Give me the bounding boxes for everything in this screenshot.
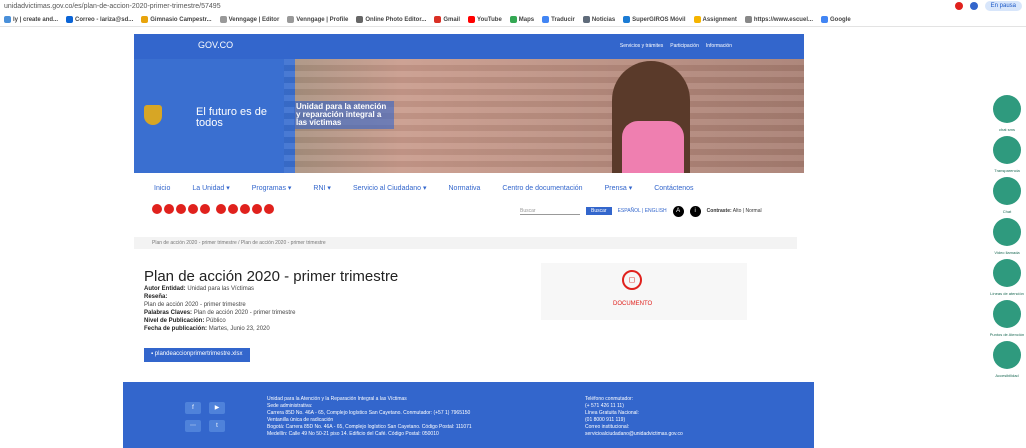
text-size-icon[interactable]: A xyxy=(672,205,684,217)
bookmark[interactable]: Assignment xyxy=(693,16,737,23)
bookmark[interactable]: Noticias xyxy=(582,16,615,23)
futuro-slogan: El futuro es de todos xyxy=(196,106,267,129)
bookmark[interactable]: Maps xyxy=(509,16,534,23)
chat-sms-icon[interactable] xyxy=(993,95,1021,123)
social-icon[interactable] xyxy=(228,204,238,214)
contrast-control[interactable]: Contraste: Alto | Normal xyxy=(707,208,762,214)
language-switch[interactable]: ESPAÑOL | ENGLISH xyxy=(618,208,667,214)
nav-item[interactable]: Normativa xyxy=(449,185,481,192)
accessibility-icon[interactable] xyxy=(993,341,1021,369)
extension-icon[interactable] xyxy=(969,2,978,10)
right-sidebar: chat sms Transparencia Chat Video llamad… xyxy=(988,95,1026,378)
bookmark[interactable]: ly | create and... xyxy=(4,16,58,23)
link-servicios[interactable]: Servicios y trámites xyxy=(620,43,663,49)
breadcrumb[interactable]: Plan de acción 2020 - primer trimestre /… xyxy=(134,237,797,249)
document-badge: ◻ DOCUMENTO xyxy=(541,263,747,320)
bookmark[interactable]: YouTube xyxy=(468,16,502,23)
transparencia-icon[interactable] xyxy=(993,136,1021,164)
accessibility-icon[interactable]: i xyxy=(689,205,701,217)
hero-banner: El futuro es de todos Unidad para la ate… xyxy=(134,59,804,173)
video-call-icon[interactable] xyxy=(993,218,1021,246)
page-title: Plan de acción 2020 - primer trimestre xyxy=(144,268,399,285)
download-file-button[interactable]: ▪ plandeaccionprimertrimestre.xlsx xyxy=(144,348,250,362)
address-bar[interactable]: unidadvictimas.gov.co/es/plan-de-accion-… xyxy=(0,0,1026,13)
nav-item[interactable]: Programas ▾ xyxy=(252,184,292,192)
social-icon[interactable] xyxy=(240,204,250,214)
tools-bar: Buscar Buscar ESPAÑOL | ENGLISH A i Cont… xyxy=(520,204,804,218)
bookmark[interactable]: SuperGIROS Móvil xyxy=(623,16,686,23)
youtube-icon[interactable]: ▶ xyxy=(209,402,225,414)
social-icon[interactable] xyxy=(176,204,186,214)
nav-item[interactable]: La Unidad ▾ xyxy=(192,184,229,192)
bookmark[interactable]: Venngage | Profile xyxy=(287,16,348,23)
bookmark[interactable]: https://www.escuel... xyxy=(744,16,813,23)
bookmark[interactable]: Gmail xyxy=(434,16,460,23)
photo-shirt xyxy=(622,121,684,173)
nav-item[interactable]: Servicio al Ciudadano ▾ xyxy=(353,184,427,192)
social-icons xyxy=(152,204,274,214)
chat-icon[interactable] xyxy=(993,177,1021,205)
gov-links: Servicios y trámites Participación Informa… xyxy=(620,43,732,49)
bookmark[interactable]: Google xyxy=(820,16,851,23)
document-meta: Autor Entidad: Unidad para las Víctimas … xyxy=(144,286,296,332)
shield-icon xyxy=(144,105,162,125)
facebook-icon[interactable]: f xyxy=(185,402,201,414)
footer-contact: Teléfono conmutador: (+ 571 426 11 11) Lín… xyxy=(585,396,683,437)
social-icon[interactable] xyxy=(252,204,262,214)
social-icon[interactable] xyxy=(188,204,198,214)
nav-item[interactable]: RNI ▾ xyxy=(313,184,331,192)
flickr-icon[interactable]: ⋯ xyxy=(185,420,201,432)
link-participacion[interactable]: Participación xyxy=(670,43,699,49)
social-icon[interactable] xyxy=(164,204,174,214)
social-icon[interactable] xyxy=(152,204,162,214)
bookmark[interactable]: Gimnasio Campestr... xyxy=(141,16,212,23)
bookmarks-bar: ly | create and... Correo - lariza@sd...… xyxy=(0,13,1026,27)
main-nav: Inicio La Unidad ▾ Programas ▾ RNI ▾ Servici… xyxy=(134,176,804,200)
nav-item[interactable]: Centro de documentación xyxy=(502,185,582,192)
unidad-title: Unidad para la atención y reparación int… xyxy=(294,101,394,129)
search-button[interactable]: Buscar xyxy=(586,207,612,215)
document-icon: ◻ xyxy=(622,270,642,290)
social-icon[interactable] xyxy=(264,204,274,214)
lines-icon[interactable] xyxy=(993,259,1021,287)
browser-actions: En pausa xyxy=(954,1,1022,11)
bookmark[interactable]: Venngage | Editor xyxy=(219,16,279,23)
bookmark[interactable]: Online Photo Editor... xyxy=(356,16,426,23)
social-icon[interactable] xyxy=(216,204,226,214)
gov-bar: GOV.CO Servicios y trámites Participación… xyxy=(134,34,804,59)
link-informacion[interactable]: Información xyxy=(706,43,732,49)
nav-item[interactable]: Prensa ▾ xyxy=(605,184,633,192)
social-icon[interactable] xyxy=(200,204,210,214)
footer: f ▶ ⋯ t Unidad para la Atención y la Rep… xyxy=(123,382,814,448)
bookmark[interactable]: Traducir xyxy=(542,16,575,23)
bookmark[interactable]: Correo - lariza@sd... xyxy=(66,16,133,23)
points-icon[interactable] xyxy=(993,300,1021,328)
search-input[interactable]: Buscar xyxy=(520,208,580,215)
twitter-icon[interactable]: t xyxy=(209,420,225,432)
nav-item[interactable]: Inicio xyxy=(154,185,170,192)
star-icon[interactable] xyxy=(954,2,963,10)
footer-address: Unidad para la Atención y la Reparación … xyxy=(267,396,472,437)
nav-item[interactable]: Contáctenos xyxy=(654,185,693,192)
govco-logo[interactable]: GOV.CO xyxy=(198,40,233,50)
profile-pause[interactable]: En pausa xyxy=(984,1,1022,11)
